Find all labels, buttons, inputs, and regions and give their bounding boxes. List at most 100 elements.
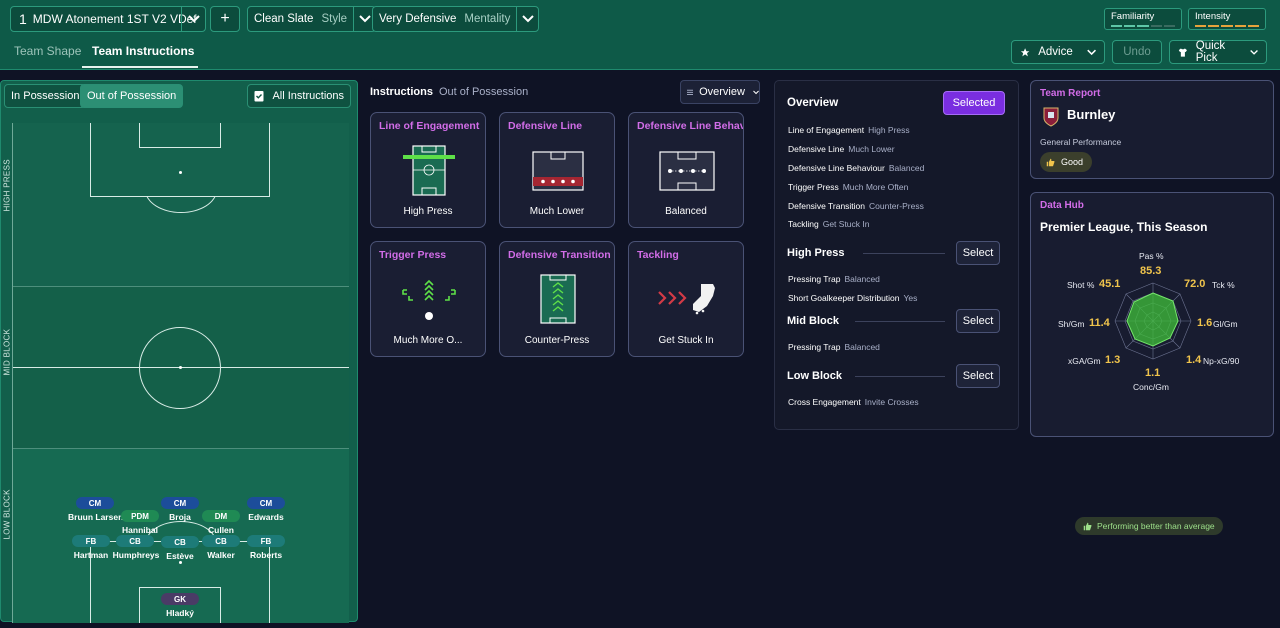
in-possession-button[interactable]: In Possession — [4, 84, 87, 108]
stat-label: Pas % — [1139, 251, 1164, 261]
player-name[interactable]: Broja — [161, 512, 199, 522]
overview-row: Defensive Line Much Lower — [788, 144, 895, 154]
player-position-chip[interactable]: PDM — [121, 510, 159, 522]
row-value: Balanced — [844, 342, 880, 352]
stat-label: xGA/Gm — [1068, 356, 1101, 366]
instructions-heading: Instructions Out of Possession — [370, 86, 528, 98]
style-dropdown[interactable]: Clean Slate Style — [247, 6, 377, 32]
centre-spot — [179, 366, 182, 369]
defensive-line-behaviour-icon — [659, 151, 715, 191]
intensity-meter[interactable]: Intensity — [1188, 8, 1266, 30]
style-value: Clean Slate — [254, 13, 314, 25]
data-hub-panel[interactable]: Data Hub Premier League, This Season Pas… — [1030, 192, 1274, 535]
card-tackling[interactable]: Tackling Get Stuck In — [628, 241, 744, 357]
radar-chart — [1114, 282, 1192, 360]
card-value: Counter-Press — [524, 335, 590, 346]
card-line-of-engagement[interactable]: Line of Engagement High Press — [370, 112, 486, 228]
stat-value: 1.3 — [1105, 354, 1121, 366]
stat-label: Np-xG/90 — [1203, 356, 1240, 366]
row-label: Cross Engagement — [788, 397, 861, 407]
row-label: Trigger Press — [788, 182, 839, 192]
tab-team-instructions[interactable]: Team Instructions — [92, 44, 194, 58]
quick-pick-label: Quick Pick — [1195, 40, 1226, 64]
familiarity-meter[interactable]: Familiarity — [1104, 8, 1182, 30]
player-name[interactable]: Hartman — [66, 550, 116, 560]
team-report-panel[interactable]: Team Report Burnley General Performance … — [1030, 80, 1274, 179]
quick-pick-button[interactable]: Quick Pick — [1169, 40, 1267, 64]
player-position-chip[interactable]: CM — [247, 497, 285, 509]
player-position-chip[interactable]: FB — [72, 535, 110, 547]
player-position-chip[interactable]: CM — [76, 497, 114, 509]
stat-value: 11.4 — [1089, 317, 1110, 329]
stat-value: 1.1 — [1145, 367, 1161, 379]
out-of-possession-button[interactable]: Out of Possession — [80, 84, 184, 108]
tactic-selector[interactable]: 1 MDW Atonement 1ST V2 VDef — [10, 6, 206, 32]
style-label: Style — [321, 13, 348, 25]
low-block-select-button[interactable]: Select — [956, 364, 1000, 388]
stat-value: 72.0 — [1184, 278, 1206, 290]
row-label: Defensive Line — [788, 144, 845, 154]
player-position-chip[interactable]: CB — [161, 536, 199, 548]
player-name[interactable]: Hladký — [161, 608, 199, 618]
advice-button[interactable]: Advice — [1011, 40, 1105, 64]
card-defensive-line[interactable]: Defensive Line Much Lower — [499, 112, 615, 228]
pitch: CM Bruun Larsen CM Broja CM Edwards PDM … — [12, 123, 349, 623]
player-position-chip[interactable]: DM — [202, 510, 240, 522]
player-position-chip[interactable]: CB — [116, 535, 154, 547]
player-position-chip[interactable]: GK — [161, 593, 199, 605]
tactic-number: 1 — [19, 11, 27, 27]
undo-label: Undo — [1123, 46, 1151, 58]
card-defensive-line-behaviour[interactable]: Defensive Line Behavic Balanced — [628, 112, 744, 228]
player-position-chip[interactable]: FB — [247, 535, 285, 547]
penalty-spot-bottom — [179, 561, 182, 564]
undo-button[interactable]: Undo — [1112, 40, 1162, 64]
overview-row: Tackling Get Stuck In — [788, 219, 870, 229]
row-label: Tackling — [788, 219, 819, 229]
chevron-down-icon[interactable] — [516, 7, 538, 31]
star-icon — [1020, 47, 1030, 56]
overview-row: Cross Engagement Invite Crosses — [788, 397, 919, 407]
player-name[interactable]: Hannibal — [117, 525, 163, 535]
overview-row: Defensive Line Behaviour Balanced — [788, 163, 924, 173]
row-label: Line of Engagement — [788, 125, 865, 135]
all-instructions-button[interactable]: All Instructions — [247, 84, 351, 108]
selected-button[interactable]: Selected — [943, 91, 1005, 115]
player-name[interactable]: Estève — [161, 551, 199, 561]
row-value: Much More Often — [842, 182, 909, 192]
thumbs-up-icon — [1046, 158, 1055, 166]
overview-row: Short Goalkeeper Distribution Yes — [788, 293, 917, 303]
section-mid-block-title: Mid Block — [787, 315, 839, 327]
card-title: Line of Engagement — [379, 120, 480, 132]
player-name[interactable]: Bruun Larsen — [68, 512, 123, 522]
row-label: Pressing Trap — [788, 342, 841, 352]
high-press-select-button[interactable]: Select — [956, 241, 1000, 265]
section-high-press-title: High Press — [787, 247, 845, 259]
clipboard-icon — [254, 91, 264, 102]
player-position-chip[interactable]: CB — [202, 535, 240, 547]
stat-label: Conc/Gm — [1133, 382, 1169, 392]
player-name[interactable]: Roberts — [247, 550, 285, 560]
view-label: Overview — [699, 86, 745, 98]
player-name[interactable]: Walker — [202, 550, 240, 560]
intensity-label: Intensity — [1195, 11, 1231, 22]
player-name[interactable]: Cullen — [202, 525, 240, 535]
card-defensive-transition[interactable]: Defensive Transition Counter-Press — [499, 241, 615, 357]
mid-block-select-button[interactable]: Select — [956, 309, 1000, 333]
add-tactic-button[interactable]: + — [210, 6, 240, 32]
card-value: Much Lower — [529, 206, 585, 217]
view-dropdown[interactable]: Overview — [680, 80, 760, 104]
row-value: Balanced — [844, 274, 880, 284]
player-name[interactable]: Edwards — [247, 512, 285, 522]
player-name[interactable]: Humphreys — [111, 550, 161, 560]
advice-label: Advice — [1038, 46, 1073, 58]
team-report-title: Team Report — [1040, 88, 1101, 99]
row-label: Defensive Transition — [788, 201, 866, 211]
card-trigger-press[interactable]: Trigger Press Much More O... — [370, 241, 486, 357]
chevron-down-icon[interactable] — [181, 7, 205, 31]
mentality-dropdown[interactable]: Very Defensive Mentality — [372, 6, 540, 32]
card-value: Much More O... — [393, 335, 463, 346]
player-position-chip[interactable]: CM — [161, 497, 199, 509]
data-hub-subtitle: Premier League, This Season — [1040, 220, 1208, 234]
tab-team-shape[interactable]: Team Shape — [14, 44, 81, 58]
stat-value: 85.3 — [1140, 265, 1162, 277]
